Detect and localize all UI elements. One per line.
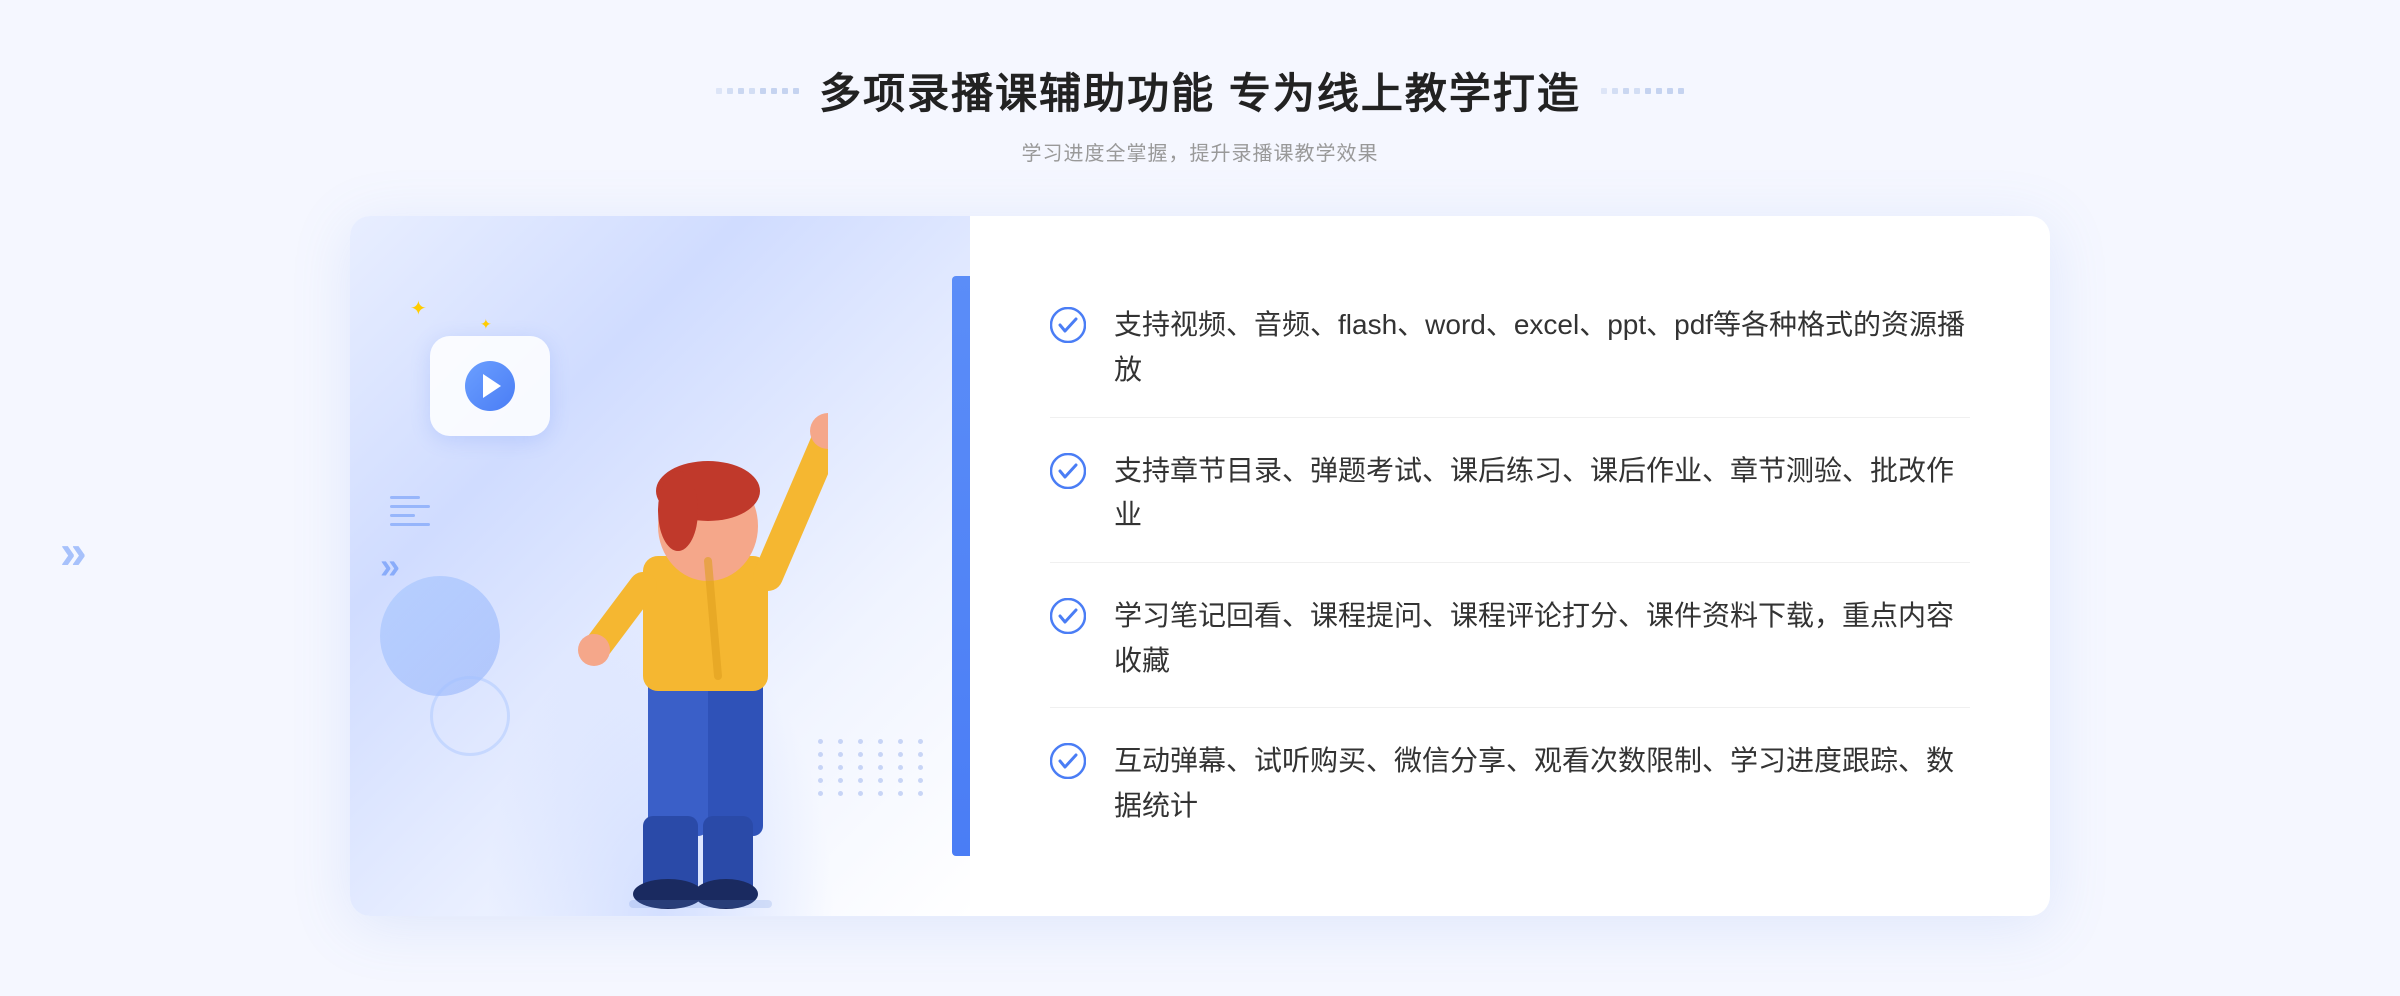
main-title-row: 多项录播课辅助功能 专为线上教学打造 — [716, 60, 1684, 121]
feature-item-3: 学习笔记回看、课程提问、课程评论打分、课件资料下载，重点内容收藏 — [1050, 570, 1970, 709]
illustration-area: ✦ ✦ — [350, 216, 970, 916]
title-decoration-left — [716, 88, 799, 94]
feature-text-4: 互动弹幕、试听购买、微信分享、观看次数限制、学习进度跟踪、数据统计 — [1114, 739, 1970, 829]
chevrons-left: » — [380, 545, 400, 587]
main-title: 多项录播课辅助功能 专为线上教学打造 — [819, 60, 1581, 121]
feature-item-2: 支持章节目录、弹题考试、课后练习、课后作业、章节测验、批改作业 — [1050, 425, 1970, 564]
sub-title: 学习进度全掌握，提升录播课教学效果 — [716, 137, 1684, 166]
play-icon — [465, 361, 515, 411]
blue-bar — [952, 276, 970, 856]
play-bubble — [430, 336, 550, 436]
feature-text-3: 学习笔记回看、课程提问、课程评论打分、课件资料下载，重点内容收藏 — [1114, 594, 1970, 684]
check-icon-3 — [1050, 598, 1086, 634]
content-card: ✦ ✦ — [350, 216, 2050, 916]
person-figure — [548, 356, 828, 916]
feature-item-1: 支持视频、音频、flash、word、excel、ppt、pdf等各种格式的资源… — [1050, 279, 1970, 418]
check-icon-2 — [1050, 453, 1086, 489]
check-icon-4 — [1050, 743, 1086, 779]
lines-decoration — [390, 496, 430, 532]
header-section: 多项录播课辅助功能 专为线上教学打造 学习进度全掌握，提升录播课教学效果 — [716, 60, 1684, 166]
feature-item-4: 互动弹幕、试听购买、微信分享、观看次数限制、学习进度跟踪、数据统计 — [1050, 715, 1970, 853]
sparkle-2: ✦ — [480, 316, 492, 333]
page-container: 多项录播课辅助功能 专为线上教学打造 学习进度全掌握，提升录播课教学效果 — [0, 0, 2400, 996]
sparkle-1: ✦ — [410, 296, 427, 321]
feature-text-1: 支持视频、音频、flash、word、excel、ppt、pdf等各种格式的资源… — [1114, 303, 1970, 393]
check-icon-1 — [1050, 307, 1086, 343]
title-decoration-right — [1601, 88, 1684, 94]
feature-text-2: 支持章节目录、弹题考试、课后练习、课后作业、章节测验、批改作业 — [1114, 449, 1970, 539]
features-area: 支持视频、音频、flash、word、excel、ppt、pdf等各种格式的资源… — [970, 216, 2050, 916]
page-left-chevron: » — [60, 526, 87, 581]
